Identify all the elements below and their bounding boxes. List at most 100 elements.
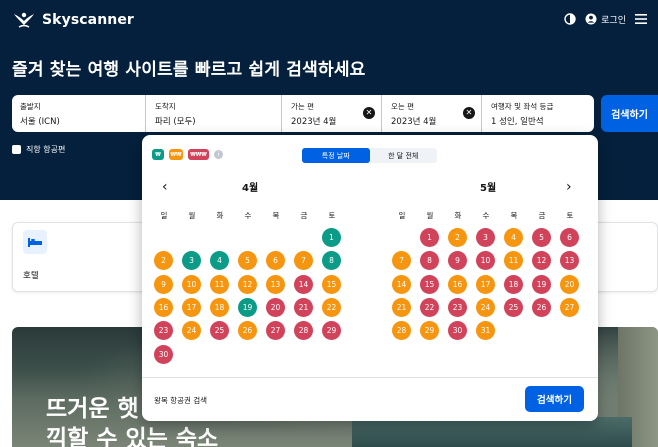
calendar-day[interactable]: 27 [560, 297, 579, 317]
calendar-day[interactable]: 22 [322, 297, 341, 317]
calendar-day[interactable]: 19 [532, 274, 551, 294]
calendar-day[interactable]: 29 [420, 321, 439, 341]
tab-specific-date[interactable]: 특정 날짜 [302, 148, 370, 163]
calendar-day[interactable]: 22 [420, 297, 439, 317]
calendar-day[interactable]: 9 [448, 251, 467, 271]
calendar-day[interactable]: 10 [476, 251, 495, 271]
calendar-day[interactable]: 5 [532, 228, 551, 247]
calendar-day[interactable]: 28 [392, 321, 411, 341]
calendar-day[interactable]: 6 [266, 251, 285, 271]
calendar-day[interactable]: 30 [448, 321, 467, 341]
brand-name: Skyscanner [42, 12, 134, 28]
calendar-day[interactable]: 20 [560, 274, 579, 294]
skyscanner-logo-icon [14, 12, 34, 28]
promo-water [352, 417, 632, 447]
calendar-day[interactable]: 13 [560, 251, 579, 271]
calendar-day[interactable]: 28 [294, 321, 313, 341]
calendar-day[interactable]: 15 [322, 274, 341, 294]
calendar-day[interactable]: 14 [294, 274, 313, 294]
bed-icon [23, 230, 47, 254]
calendar-day[interactable]: 25 [504, 297, 523, 317]
origin-field[interactable]: 출발지 서울 (ICN) [12, 95, 146, 132]
depart-date-field[interactable]: 가는 편 2023년 4월 ✕ [283, 95, 382, 132]
calendar-search-button[interactable]: 검색하기 [525, 386, 584, 412]
month-title-may: 5월 [480, 183, 497, 194]
calendar-day[interactable]: 21 [392, 297, 411, 317]
page-headline: 즐겨 찾는 여행 사이트를 빠르고 쉽게 검색하세요 [12, 60, 366, 80]
calendar-day[interactable]: 29 [322, 321, 341, 341]
calendar-day[interactable]: 26 [238, 321, 257, 341]
weekday-label: 수 [244, 211, 252, 220]
calendar-day[interactable]: 21 [294, 297, 313, 317]
travellers-label: 여행자 및 좌석 등급 [491, 102, 554, 111]
legend-mid: ₩₩ [169, 149, 183, 160]
calendar-day[interactable]: 18 [210, 297, 229, 317]
calendar-day[interactable]: 1 [322, 228, 341, 247]
search-button[interactable]: 검색하기 [601, 95, 658, 132]
calendar-day[interactable]: 4 [210, 251, 229, 271]
calendar-day[interactable]: 8 [322, 251, 341, 271]
checkbox-box[interactable] [12, 145, 21, 154]
calendar-day[interactable]: 16 [448, 274, 467, 294]
calendar-day[interactable]: 26 [532, 297, 551, 317]
calendar-day[interactable]: 5 [238, 251, 257, 271]
calendar-day[interactable]: 17 [182, 297, 201, 317]
calendar-day[interactable]: 23 [448, 297, 467, 317]
calendar-day[interactable]: 27 [266, 321, 285, 341]
calendar-day[interactable]: 17 [476, 274, 495, 294]
calendar-day[interactable]: 12 [238, 274, 257, 294]
calendar-day[interactable]: 10 [182, 274, 201, 294]
calendar-day[interactable]: 7 [294, 251, 313, 271]
weekday-label: 일 [398, 211, 406, 220]
prev-month-icon[interactable]: ‹ [162, 179, 168, 195]
next-month-icon[interactable]: › [566, 179, 572, 195]
calendar-day[interactable]: 7 [392, 251, 411, 271]
calendar-day[interactable]: 8 [420, 251, 439, 271]
weekday-label: 목 [272, 211, 280, 220]
calendar-day[interactable]: 20 [266, 297, 285, 317]
calendar-day[interactable]: 25 [210, 321, 229, 341]
calendar-day[interactable]: 9 [154, 274, 173, 294]
clear-depart-icon[interactable]: ✕ [363, 107, 375, 119]
user-icon [585, 13, 597, 25]
login-label: 로그인 [601, 15, 626, 26]
calendar-day[interactable]: 11 [504, 251, 523, 271]
date-picker-popup: ₩ ₩₩ ₩₩₩ i 특정 날짜 한 달 전체 ‹ › 4월 5월 일월화수목금… [142, 135, 598, 421]
calendar-day[interactable]: 15 [420, 274, 439, 294]
calendar-day[interactable]: 13 [266, 274, 285, 294]
calendar-day[interactable]: 30 [154, 344, 173, 364]
brand-logo[interactable]: Skyscanner [12, 11, 134, 29]
destination-field[interactable]: 도착지 파리 (모두) [147, 95, 282, 132]
login-button[interactable]: 로그인 [585, 13, 626, 26]
info-icon[interactable]: i [214, 150, 223, 159]
menu-icon[interactable] [634, 12, 648, 26]
calendar-day[interactable]: 24 [476, 297, 495, 317]
calendar-day[interactable]: 4 [504, 228, 523, 247]
calendar-day[interactable]: 11 [210, 274, 229, 294]
header-actions: 로그인 [563, 12, 648, 26]
tab-whole-month[interactable]: 한 달 전체 [370, 148, 438, 163]
calendar-day[interactable]: 2 [154, 251, 173, 271]
direct-flights-checkbox[interactable]: 직항 항공편 [12, 144, 65, 155]
calendar-day[interactable]: 19 [238, 297, 257, 317]
clear-return-icon[interactable]: ✕ [463, 107, 475, 119]
date-mode-tabs: 특정 날짜 한 달 전체 [302, 148, 437, 163]
calendar-day[interactable]: 16 [154, 297, 173, 317]
return-date-field[interactable]: 오는 편 2023년 4월 ✕ [383, 95, 482, 132]
travellers-field[interactable]: 여행자 및 좌석 등급 1 성인, 일반석 [483, 95, 594, 132]
calendar-day[interactable]: 31 [476, 321, 495, 341]
calendar-day[interactable]: 18 [504, 274, 523, 294]
weekday-label: 화 [454, 211, 462, 220]
calendar-day[interactable]: 2 [448, 228, 467, 247]
calendar-day[interactable]: 3 [476, 228, 495, 247]
calendar-day[interactable]: 1 [420, 228, 439, 247]
calendar-day[interactable]: 12 [532, 251, 551, 271]
calendar-day[interactable]: 23 [154, 321, 173, 341]
calendar-day[interactable]: 24 [182, 321, 201, 341]
destination-value: 파리 (모두) [155, 117, 196, 127]
calendar-day[interactable]: 6 [560, 228, 579, 247]
globe-icon[interactable] [563, 12, 577, 26]
month-title-april: 4월 [242, 183, 259, 194]
calendar-day[interactable]: 14 [392, 274, 411, 294]
calendar-day[interactable]: 3 [182, 251, 201, 271]
